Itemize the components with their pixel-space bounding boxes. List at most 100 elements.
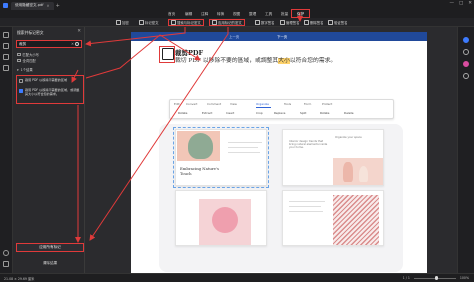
stripes-image <box>333 195 379 245</box>
search-icon[interactable] <box>75 42 79 46</box>
result-item[interactable]: 裁剪 PDF 以移除不需要的区域，或调整其大小以符合您的需求。 <box>19 88 81 96</box>
delete-sign-tool[interactable]: 删除签名 <box>304 19 324 26</box>
app-logo-icon <box>3 3 8 8</box>
result-group-header[interactable]: ▾ 1个结果 <box>17 67 33 73</box>
menu-edit[interactable]: 编辑 <box>185 12 192 17</box>
apply-all-redactions-button[interactable]: 应用所有标记 <box>16 243 84 252</box>
chat-icon[interactable] <box>463 73 469 79</box>
mark-redaction-label: 标记密文 <box>145 21 159 25</box>
header-tab-prev: 上一页 <box>229 35 240 39</box>
text-line <box>289 201 325 202</box>
title-bar: 使用隐藏密文.pdf ✕ + — □ ✕ <box>0 0 474 11</box>
close-window-button[interactable]: ✕ <box>468 1 472 6</box>
document-tab[interactable]: 使用隐藏密文.pdf ✕ <box>11 1 54 10</box>
menu-home[interactable]: 首页 <box>168 12 175 17</box>
help-icon[interactable] <box>3 250 9 256</box>
result-checkbox[interactable] <box>19 78 23 83</box>
mark-redaction-tool[interactable]: 标记密文 <box>139 19 159 26</box>
encrypt-tool[interactable]: 加密 <box>116 19 129 26</box>
maximize-button[interactable]: □ <box>459 1 463 6</box>
page-paragraph: 裁切 PDF 以移除不要的區域，或調整其大小以符合您的需求。 <box>175 57 337 65</box>
mock-page <box>175 190 267 246</box>
page-header-band: 上一页 下一页 <box>131 32 427 41</box>
manage-sign-label: 管理签名 <box>286 21 300 25</box>
panel-close-button[interactable]: ✕ <box>77 29 81 34</box>
menu-tools[interactable]: 工具 <box>265 12 272 17</box>
illus-tool: Rotate <box>178 111 188 115</box>
minimize-button[interactable]: — <box>449 1 454 6</box>
illustration-toolbar: Edit Convert Comment View Organize Tools… <box>169 99 394 119</box>
clear-search-icon[interactable]: ✕ <box>71 42 74 46</box>
status-bar: 21.08 × 29.69 厘米 1 / 1 100% <box>0 273 474 282</box>
illus-tool: Insert <box>226 111 235 115</box>
apply-redaction-tool[interactable]: 应用标记的密文 <box>209 19 245 26</box>
paragraph-text-end: 以符合您的需求。 <box>289 58 337 64</box>
zoom-slider[interactable] <box>413 276 456 280</box>
whole-word-option[interactable]: 全词匹配 <box>17 58 36 63</box>
whole-word-checkbox[interactable] <box>17 58 21 63</box>
vases-backdrop <box>333 158 383 185</box>
search-box: ✕ <box>16 40 82 48</box>
paragraph-text-start: 裁切 PDF 以移除不要的區域，或調整其 <box>175 58 279 64</box>
manage-sign-tool[interactable]: 管理签名 <box>280 19 300 26</box>
text-line <box>289 211 323 212</box>
comment-icon[interactable] <box>3 54 9 60</box>
properties-icon[interactable] <box>463 49 469 55</box>
lock-icon <box>116 20 121 25</box>
ai-assistant-icon[interactable] <box>463 37 469 43</box>
document-page: 上一页 下一页 裁剪PDF 裁切 PDF 以移除不要的區域，或調整其大小以符合您… <box>131 32 427 273</box>
illus-tab-underline <box>256 106 271 108</box>
search-icon[interactable] <box>3 65 9 71</box>
search-and-redact-label: 搜索与标记密文 <box>177 21 201 25</box>
match-case-label: 匹配大小写 <box>22 53 39 57</box>
mock-page-caption: Interior design trends that bring natura… <box>289 140 328 149</box>
digital-sign-tool[interactable]: 数字签名 <box>255 19 275 26</box>
document-tab-title: 使用隐藏密文.pdf <box>15 3 44 7</box>
result-checkbox[interactable] <box>19 88 23 93</box>
menu-convert[interactable]: 转换 <box>217 12 224 17</box>
match-case-option[interactable]: 匹配大小写 <box>17 52 39 57</box>
flower-image <box>212 207 238 233</box>
thumbnail-icon[interactable] <box>3 32 9 38</box>
share-icon[interactable] <box>463 61 469 67</box>
illus-tool: Replace <box>274 111 286 115</box>
settings-icon[interactable] <box>3 261 9 267</box>
search-highlight: 大小 <box>278 58 290 64</box>
page-navigation[interactable]: 1 / 1 <box>403 276 410 280</box>
illus-tool: Delete <box>344 111 354 115</box>
menu-view[interactable]: 视图 <box>233 12 240 17</box>
menu-batch[interactable]: 批量 <box>281 12 288 17</box>
menu-comment[interactable]: 注释 <box>201 12 208 17</box>
illus-tool: Rotate <box>320 111 330 115</box>
mock-page-heading: Organize your space <box>335 136 362 139</box>
illus-tab-view: View <box>230 102 237 106</box>
result-text: 裁剪 PDF 以移除不需要的区域，或调整其大小以符合您的需求。 <box>25 88 80 97</box>
verify-sign-tool[interactable]: 验证签名 <box>328 19 348 26</box>
close-tab-icon[interactable]: ✕ <box>47 4 50 8</box>
mock-page <box>282 190 384 246</box>
document-canvas: 上一页 下一页 裁剪PDF 裁切 PDF 以移除不要的區域，或調整其大小以符合您… <box>85 27 457 273</box>
text-line <box>289 206 321 207</box>
menu-organize[interactable]: 整理 <box>249 12 256 17</box>
page-size: 21.08 × 29.69 厘米 <box>4 276 35 281</box>
zoom-slider-handle[interactable] <box>434 276 439 280</box>
zoom-level[interactable]: 100% <box>460 276 469 280</box>
result-item[interactable]: 裁剪 PDF 以移除不需要的区域 <box>19 78 81 83</box>
illus-tab-edit: Edit <box>174 102 180 106</box>
illus-tab-protect: Protect <box>322 102 333 106</box>
protect-toolbar: 加密 标记密文 搜索与标记密文 应用标记的密文 数字签名 管理签名 删除签名 验… <box>0 18 474 27</box>
match-case-checkbox[interactable] <box>17 52 21 57</box>
clear-results-button[interactable]: 清除结果 <box>16 259 84 267</box>
search-redact-icon <box>171 20 176 25</box>
result-count: 1个结果 <box>20 68 33 72</box>
new-tab-button[interactable]: + <box>56 3 60 9</box>
illustration-panel: Embracing Nature's Touch Organize your s… <box>159 124 403 272</box>
search-input[interactable] <box>19 42 71 46</box>
menu-bar: 首页 编辑 注释 转换 视图 整理 工具 批量 保护 <box>0 11 474 18</box>
window-controls: — □ ✕ <box>449 1 472 6</box>
header-tab-next: 下一页 <box>277 35 288 39</box>
mock-page: Organize your space Interior design tren… <box>282 129 384 186</box>
bookmark-icon[interactable] <box>3 43 9 49</box>
marker-icon <box>139 20 144 25</box>
search-and-redact-tool[interactable]: 搜索与标记密文 <box>168 19 204 26</box>
